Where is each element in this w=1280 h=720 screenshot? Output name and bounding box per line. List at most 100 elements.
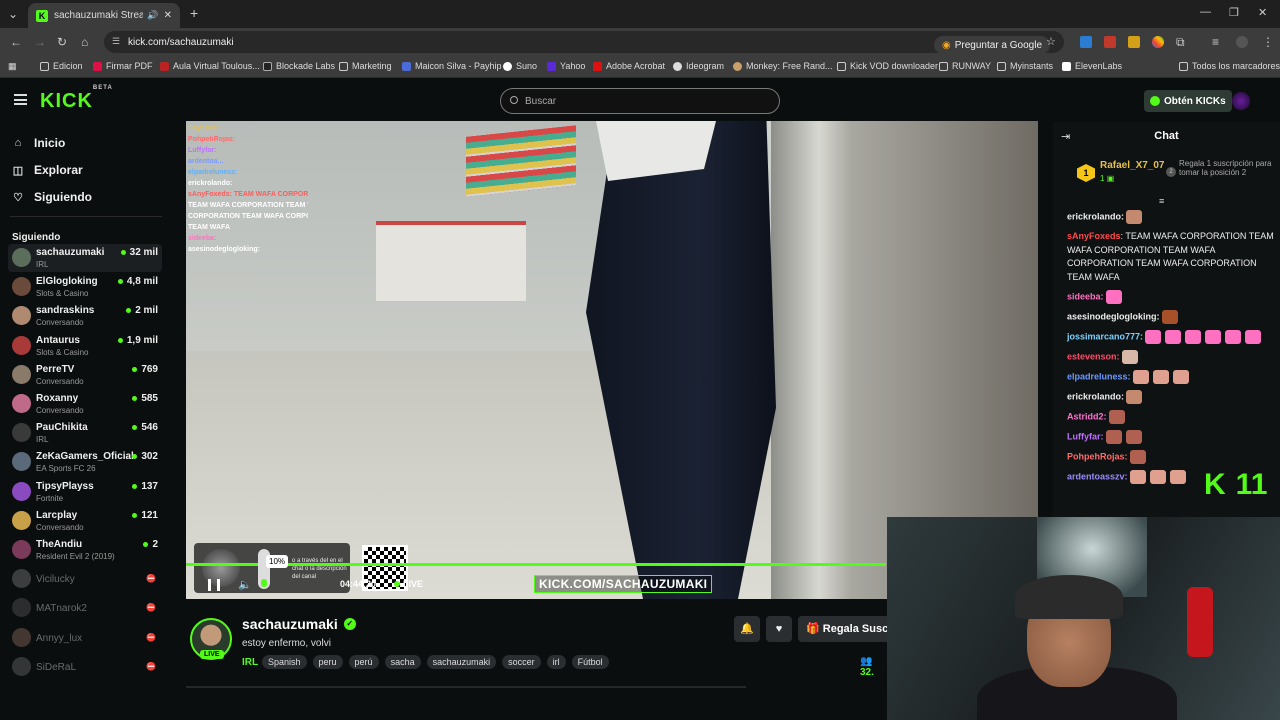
chat-username[interactable]: asesinodeglogloking: xyxy=(1067,311,1160,321)
address-bar[interactable]: ☰ kick.com/sachauzumaki ◉ Preguntar a Goo… xyxy=(104,31,1064,54)
chat-username[interactable]: erickrolando: xyxy=(1067,391,1124,401)
extension-m-icon[interactable] xyxy=(1080,36,1092,48)
tab-close-icon[interactable]: ✕ xyxy=(164,10,172,21)
bookmark-11[interactable]: Kick VOD downloader xyxy=(837,61,938,71)
stream-tag[interactable]: sachauzumaki xyxy=(426,655,497,669)
sidebar-channel[interactable]: sandraskins Conversando 2 mil xyxy=(8,302,162,330)
nav-inicio[interactable]: ⌂ Inicio xyxy=(12,136,66,150)
logo-text: KICK xyxy=(40,90,93,112)
sidebar-channel[interactable]: Roxanny Conversando 585 xyxy=(8,390,162,418)
extension-yellow-icon[interactable] xyxy=(1128,36,1140,48)
nav-siguiendo[interactable]: ♡ Siguiendo xyxy=(12,190,92,204)
chat-username[interactable]: erickrolando: xyxy=(1067,211,1124,221)
profile-icon[interactable] xyxy=(1236,36,1248,48)
stream-tag[interactable]: peru xyxy=(312,655,343,669)
bookmark-5[interactable]: Maicon Silva - Payhip xyxy=(402,61,502,71)
volume-icon[interactable]: 🔈 xyxy=(238,578,252,591)
extension-color-icon[interactable] xyxy=(1152,36,1164,48)
minimize-icon[interactable]: — xyxy=(1200,6,1211,18)
reading-list-icon[interactable]: ≡ xyxy=(1212,35,1219,49)
browser-menu-icon[interactable]: ⋮ xyxy=(1262,35,1274,49)
bookmark-2[interactable]: Aula Virtual Toulous... xyxy=(160,61,260,71)
bookmark-13[interactable]: Myinstants xyxy=(997,61,1053,71)
search-input[interactable]: Buscar xyxy=(500,88,780,114)
bookmark-4[interactable]: Marketing xyxy=(339,61,392,71)
bookmark-star-icon[interactable]: ☆ xyxy=(1046,35,1056,48)
menu-icon[interactable] xyxy=(14,94,27,105)
site-info-icon[interactable]: ☰ xyxy=(112,36,120,47)
streamer-name[interactable]: sachauzumaki ✓ xyxy=(242,616,356,632)
home-icon[interactable]: ⌂ xyxy=(81,35,88,49)
sidebar-channel[interactable]: ElGlogloking Slots & Casino 4,8 mil xyxy=(8,273,162,301)
bookmark-3[interactable]: Blockade Labs xyxy=(263,61,335,71)
apps-grid-icon[interactable]: ▦ xyxy=(8,61,17,72)
chat-username[interactable]: sideeba: xyxy=(1067,291,1104,301)
bookmark-14[interactable]: ElevenLabs xyxy=(1062,61,1122,71)
stream-tag[interactable]: irl xyxy=(546,655,566,669)
maximize-icon[interactable]: ❐ xyxy=(1229,6,1239,19)
gift-sub-button[interactable]: 🎁 Regala Suscr xyxy=(798,616,898,642)
pause-button[interactable] xyxy=(208,579,220,591)
pinned-icon[interactable]: ≡ xyxy=(1159,196,1164,206)
nav-explorar[interactable]: ◫ Explorar xyxy=(12,163,83,177)
chat-username[interactable]: estevenson: xyxy=(1067,351,1120,361)
reload-icon[interactable]: ↻ xyxy=(57,35,67,49)
kick-logo[interactable]: KICKBETA xyxy=(40,85,113,113)
chat-username[interactable]: sAnyFoxeds xyxy=(1067,231,1121,241)
video-signs xyxy=(466,125,576,197)
follow-button[interactable]: ♥ xyxy=(766,616,792,642)
sidebar-channel[interactable]: Antaurus Slots & Casino 1,9 mil xyxy=(8,332,162,360)
all-bookmarks[interactable]: Todos los marcadores xyxy=(1179,61,1280,71)
bookmark-9[interactable]: Ideogram xyxy=(673,61,724,71)
bookmark-1[interactable]: Firmar PDF xyxy=(93,61,153,71)
stream-tag[interactable]: perú xyxy=(348,655,379,669)
bookmark-12[interactable]: RUNWAY xyxy=(939,61,991,71)
extensions-puzzle-icon[interactable]: ⧉ xyxy=(1176,35,1185,50)
viewer-count-text: 32. xyxy=(860,667,874,678)
bookmark-6[interactable]: Suno xyxy=(503,61,537,71)
sidebar-channel[interactable]: SiDeRaL ⛔ xyxy=(8,653,162,681)
chat-username[interactable]: jossimarcano777: xyxy=(1067,331,1143,341)
ask-google-button[interactable]: ◉ Preguntar a Google xyxy=(934,36,1051,54)
chat-username[interactable]: Luffyfar: xyxy=(1067,431,1104,441)
stream-tag[interactable]: Spanish xyxy=(262,655,307,669)
extension-red-icon[interactable] xyxy=(1104,36,1116,48)
bookmark-10[interactable]: Monkey: Free Rand... xyxy=(733,61,833,71)
browser-tab[interactable]: K sachauzumaki Stream - Wa 🔊 ✕ xyxy=(28,3,180,28)
chat-username[interactable]: Astridd2: xyxy=(1067,411,1107,421)
sidebar-channel[interactable]: Annyy_lux ⛔ xyxy=(8,624,162,652)
sidebar-channel[interactable]: Larcplay Conversando 121 xyxy=(8,507,162,535)
get-kicks-button[interactable]: Obtén KICKs xyxy=(1144,90,1232,112)
notifications-button[interactable]: 🔔 xyxy=(734,616,760,642)
chat-username[interactable]: ardentoasszv: xyxy=(1067,471,1128,481)
sidebar-channel[interactable]: MATnarok2 ⛔ xyxy=(8,594,162,622)
bookmark-8[interactable]: Adobe Acrobat xyxy=(593,61,665,71)
overlay-chat-line: PohpehRojas: xyxy=(188,136,236,143)
chat-message: erickrolando: xyxy=(1067,210,1277,224)
new-tab-icon[interactable]: + xyxy=(190,5,198,21)
sidebar-channel[interactable]: PerreTV Conversando 769 xyxy=(8,361,162,389)
stream-tag[interactable]: Fútbol xyxy=(571,655,609,669)
user-avatar[interactable] xyxy=(1232,92,1250,110)
chat-username[interactable]: PohpehRojas: xyxy=(1067,451,1128,461)
tab-audio-icon[interactable]: 🔊 xyxy=(147,10,158,21)
back-icon[interactable]: ← xyxy=(10,35,22,49)
progress-bar[interactable] xyxy=(186,563,886,566)
sidebar-channel[interactable]: PauChikita IRL 546 xyxy=(8,419,162,447)
webcam-overlay xyxy=(887,517,1280,720)
bookmark-0[interactable]: Edicion xyxy=(40,61,83,71)
tab-search-icon[interactable]: ⌄ xyxy=(8,7,18,21)
stream-tag[interactable]: soccer xyxy=(502,655,541,669)
window-close-icon[interactable]: ✕ xyxy=(1258,6,1267,19)
sidebar-channel[interactable]: TipsyPlayss Fortnite 137 xyxy=(8,478,162,506)
chat-username[interactable]: elpadreluness: xyxy=(1067,371,1131,381)
stream-category[interactable]: IRL xyxy=(242,657,258,668)
sidebar-channel[interactable]: TheAndiu Resident Evil 2 (2019) 2 xyxy=(8,536,162,564)
forward-icon[interactable]: → xyxy=(34,35,46,49)
bookmark-7[interactable]: Yahoo xyxy=(547,61,585,71)
sidebar-channel[interactable]: Vicilucky ⛔ xyxy=(8,565,162,593)
stream-tag[interactable]: sacha xyxy=(384,655,421,669)
sidebar-channel[interactable]: sachauzumaki IRL 32 mil xyxy=(8,244,162,272)
gifter-name[interactable]: Rafael_X7_07 xyxy=(1100,160,1165,171)
sidebar-channel[interactable]: ZeKaGamers_Oficial EA Sports FC 26 302 xyxy=(8,448,162,476)
